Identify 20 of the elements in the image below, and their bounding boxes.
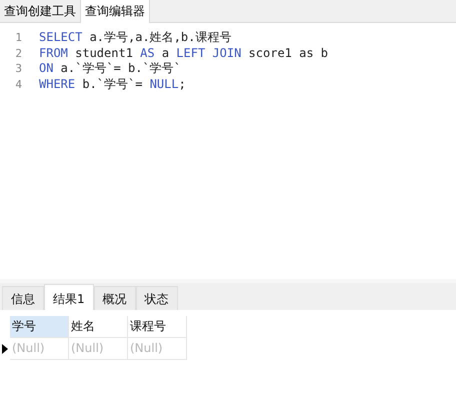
line-number: 1 bbox=[14, 31, 22, 44]
tab[interactable]: 状态 bbox=[136, 286, 178, 310]
tab[interactable]: 信息 bbox=[2, 286, 44, 310]
tab[interactable]: 查询创建工具 bbox=[0, 0, 80, 22]
line-number: 3 bbox=[14, 62, 22, 76]
code-line: ON a.`学号`= b.`学号` bbox=[39, 60, 181, 78]
table-cell: (Null) bbox=[69, 338, 128, 360]
table-cell: (Null) bbox=[10, 338, 69, 360]
column-header[interactable]: 课程号 bbox=[128, 316, 187, 338]
tab[interactable]: 概况 bbox=[94, 286, 136, 310]
code-line: WHERE b.`学号`= NULL; bbox=[39, 76, 186, 93]
tab[interactable]: 结果1 bbox=[44, 284, 94, 310]
code-line: FROM student1 AS a LEFT JOIN score1 as b bbox=[39, 46, 328, 60]
code-line: SELECT a.学号,a.姓名,b.课程号 bbox=[39, 29, 232, 46]
tab[interactable]: 查询编辑器 bbox=[80, 0, 150, 23]
column-header[interactable]: 学号 bbox=[10, 316, 69, 338]
line-number: 4 bbox=[14, 78, 22, 91]
table-cell: (Null) bbox=[128, 338, 187, 360]
line-number: 2 bbox=[14, 46, 22, 60]
column-header[interactable]: 姓名 bbox=[69, 316, 128, 338]
